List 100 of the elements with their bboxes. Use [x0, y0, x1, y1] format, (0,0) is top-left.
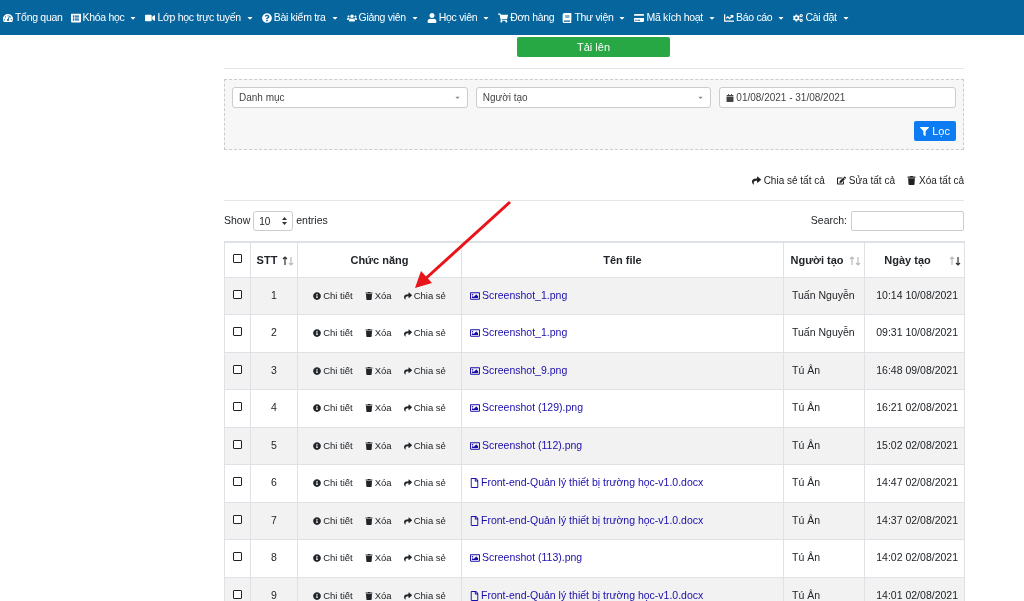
share-link[interactable]: Chia sẻ — [403, 363, 446, 378]
nav-item[interactable]: Lớp học trực tuyến — [145, 9, 254, 26]
funnel-icon — [920, 126, 930, 136]
delete-link[interactable]: Xóa — [364, 288, 392, 303]
delete-link[interactable]: Xóa — [364, 438, 392, 453]
column-header[interactable]: Người tạo — [783, 242, 865, 277]
info-icon — [313, 516, 322, 525]
share-link[interactable]: Chia sẻ — [403, 288, 446, 303]
column-header[interactable]: Ngày tạo — [864, 242, 965, 277]
image-icon — [470, 403, 480, 414]
share-link[interactable]: Chia sẻ — [403, 551, 446, 566]
nav-item[interactable]: Bài kiểm tra — [261, 9, 339, 26]
share-arrow-icon — [403, 516, 412, 525]
details-link[interactable]: Chi tiết — [313, 476, 353, 491]
details-link[interactable]: Chi tiết — [313, 363, 353, 378]
table-cell: 16:48 09/08/2021 — [864, 352, 965, 390]
table-cell: 4 — [250, 389, 298, 427]
table-cell: 1 — [250, 277, 298, 315]
row-checkbox[interactable] — [233, 327, 242, 337]
delete-link[interactable]: Xóa — [364, 476, 392, 491]
share-arrow-icon — [403, 441, 412, 450]
edit-all-link[interactable]: Sửa tất cả — [836, 173, 895, 188]
nav-item[interactable]: Khóa học — [70, 9, 138, 26]
nav-item[interactable]: Báo cáo — [724, 9, 786, 26]
share-link[interactable]: Chia sẻ — [403, 588, 446, 601]
cart-icon — [498, 12, 509, 23]
delete-link[interactable]: Xóa — [364, 513, 392, 528]
trash-icon — [364, 591, 373, 600]
nav-item[interactable]: Đơn hàng — [498, 9, 555, 26]
image-icon — [470, 328, 480, 339]
delete-link[interactable]: Xóa — [364, 326, 392, 341]
row-checkbox[interactable] — [233, 514, 242, 524]
nav-item[interactable]: Mã kích hoạt — [634, 9, 716, 26]
table-cell: 2 — [250, 314, 298, 352]
trash-icon — [364, 291, 373, 300]
nav-item[interactable]: Giảng viên — [346, 9, 419, 26]
table-cell: 6 — [250, 464, 298, 502]
info-icon — [313, 554, 322, 563]
nav-item[interactable]: Học viên — [426, 9, 491, 26]
gears-icon — [793, 12, 804, 23]
details-link[interactable]: Chi tiết — [313, 288, 353, 303]
select-field[interactable]: Danh mục — [232, 87, 468, 108]
table-cell: 14:47 02/08/2021 — [864, 464, 965, 502]
share-arrow-icon — [403, 366, 412, 375]
edit-icon — [836, 176, 846, 185]
delete-link[interactable]: Xóa — [364, 363, 392, 378]
trash-icon — [364, 554, 373, 563]
nav-item[interactable]: Cài đặt — [793, 9, 850, 26]
trash-icon — [364, 441, 373, 450]
delete-link[interactable]: Xóa — [364, 401, 392, 416]
table-cell: Tú Ân — [783, 502, 865, 540]
share-link[interactable]: Chia sẻ — [403, 438, 446, 453]
date-range-field[interactable]: 01/08/2021 - 31/08/2021 — [719, 87, 956, 108]
row-checkbox[interactable] — [233, 364, 242, 374]
share-all-link[interactable]: Chia sẻ tất cả — [751, 173, 825, 188]
details-link[interactable]: Chi tiết — [313, 438, 353, 453]
share-arrow-icon — [403, 404, 412, 413]
table-cell: 8 — [250, 539, 298, 577]
share-link[interactable]: Chia sẻ — [403, 513, 446, 528]
nav-item[interactable]: Thư viện — [562, 9, 627, 26]
info-icon — [313, 291, 322, 300]
calendar-icon — [726, 93, 735, 102]
details-link[interactable]: Chi tiết — [313, 401, 353, 416]
details-link[interactable]: Chi tiết — [313, 551, 353, 566]
row-checkbox[interactable] — [233, 402, 242, 412]
delete-all-link[interactable]: Xóa tất cả — [906, 173, 964, 188]
trash-icon — [364, 329, 373, 338]
table-cell: Tú Ân — [783, 427, 865, 465]
filter-button[interactable]: Lọc — [914, 121, 956, 141]
entries-select[interactable]: 10 — [253, 211, 294, 231]
image-icon — [470, 553, 480, 564]
trash-icon — [906, 176, 916, 185]
line-chart-icon — [724, 12, 734, 23]
details-link[interactable]: Chi tiết — [313, 588, 353, 601]
row-checkbox[interactable] — [233, 589, 242, 599]
select-all-checkbox[interactable] — [233, 253, 242, 263]
share-link[interactable]: Chia sẻ — [403, 401, 446, 416]
trash-icon — [364, 516, 373, 525]
column-header[interactable]: STT — [250, 242, 298, 277]
search-field[interactable] — [851, 211, 964, 231]
info-icon — [313, 404, 322, 413]
nav-item[interactable]: Tổng quan — [3, 9, 63, 26]
info-icon — [313, 329, 322, 338]
delete-link[interactable]: Xóa — [364, 588, 392, 601]
select-field[interactable]: Người tạo — [475, 87, 712, 108]
row-checkbox[interactable] — [233, 552, 242, 562]
image-icon — [470, 440, 480, 451]
share-link[interactable]: Chia sẻ — [403, 326, 446, 341]
spinner-icon — [282, 217, 288, 225]
delete-link[interactable]: Xóa — [364, 551, 392, 566]
table-cell: 5 — [250, 427, 298, 465]
share-link[interactable]: Chia sẻ — [403, 476, 446, 491]
users-icon — [346, 12, 357, 23]
share-arrow-icon — [403, 291, 412, 300]
row-checkbox[interactable] — [233, 477, 242, 487]
details-link[interactable]: Chi tiết — [313, 513, 353, 528]
row-checkbox[interactable] — [233, 439, 242, 449]
video-camera-icon — [145, 12, 156, 23]
row-checkbox[interactable] — [233, 289, 242, 299]
details-link[interactable]: Chi tiết — [313, 326, 353, 341]
